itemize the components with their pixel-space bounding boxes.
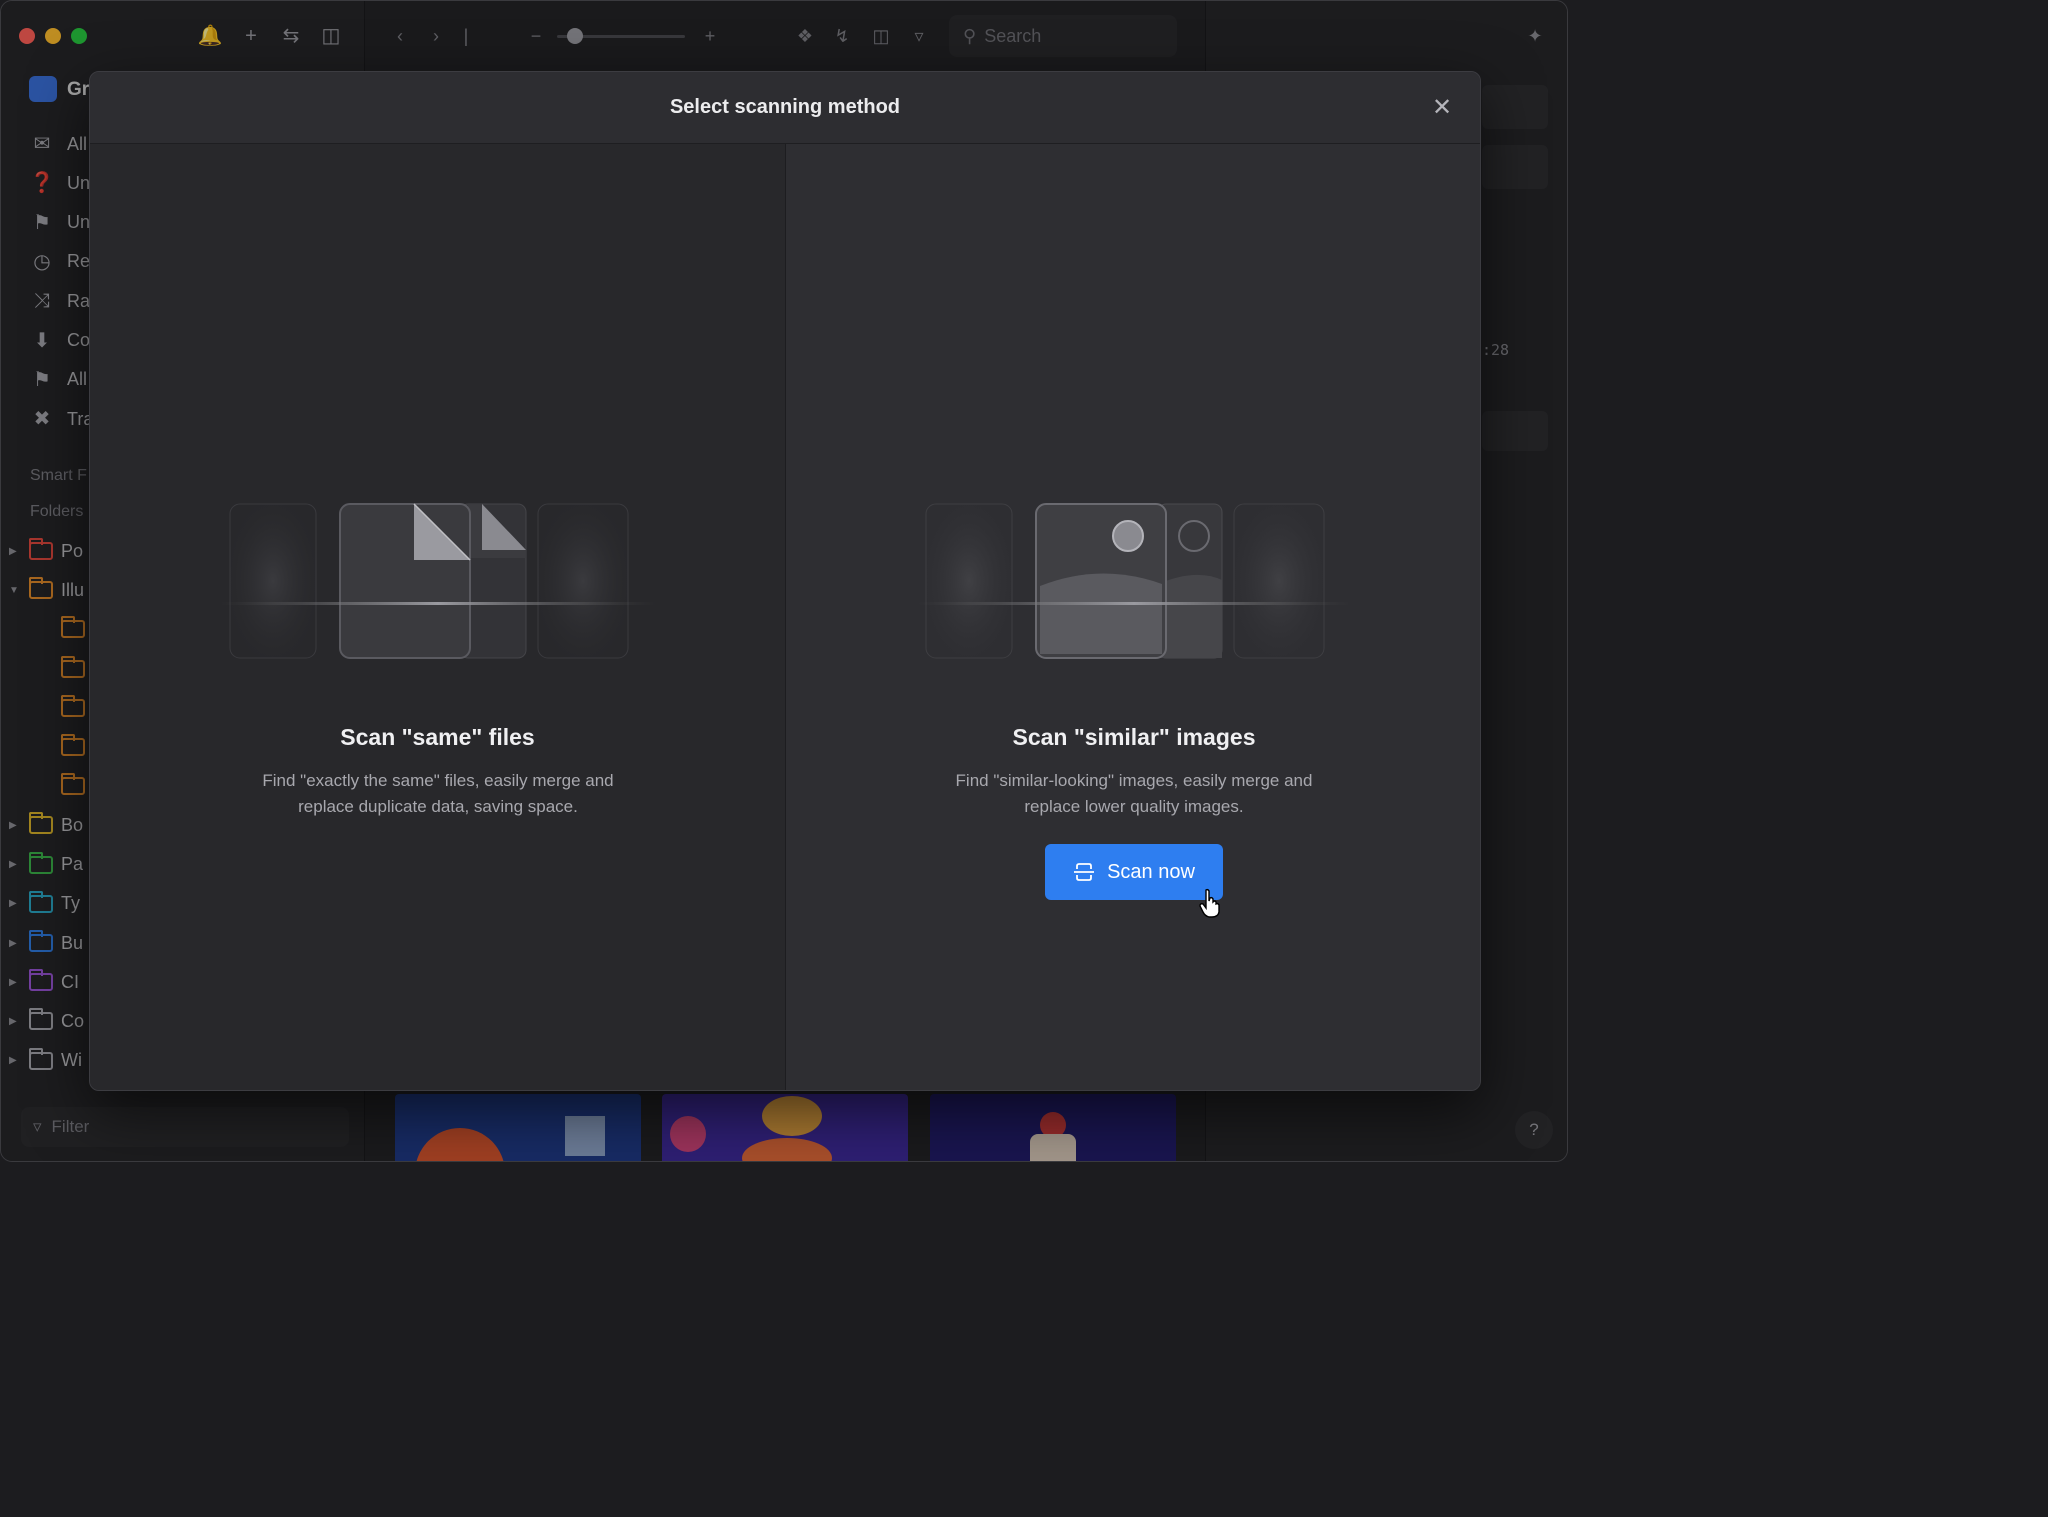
hand-cursor-icon [1199, 888, 1220, 918]
scan-now-label: Scan now [1107, 860, 1195, 883]
close-icon[interactable]: ✕ [1428, 94, 1456, 122]
dialog-header: Select scanning method ✕ [90, 72, 1480, 144]
scan-icon [1074, 863, 1095, 881]
scan-similar-images-option[interactable]: Scan "similar" images Find "similar-look… [786, 144, 1480, 1090]
similar-images-illustration [916, 503, 1352, 659]
scan-same-heading: Scan "same" files [340, 724, 535, 750]
app-window: 🔔 + ⇆ ◫ Gr ✉ All ❓ Un ⚑ Un ◷ Re ⤨ Ra ⬇ Co ⚑ All ✖ Tra S… [0, 0, 1568, 1162]
scan-now-button[interactable]: Scan now [1045, 844, 1223, 900]
scan-similar-description: Find "similar-looking" images, easily me… [955, 771, 1313, 816]
duplicate-files-illustration [220, 503, 656, 659]
scan-same-description: Find "exactly the same" files, easily me… [262, 771, 614, 816]
scan-similar-heading: Scan "similar" images [1012, 724, 1256, 750]
dialog-title: Select scanning method [669, 96, 901, 118]
scan-method-dialog: Select scanning method ✕ Scan "same" fil… [89, 71, 1481, 1091]
scan-same-files-option[interactable]: Scan "same" files Find "exactly the same… [90, 144, 786, 1090]
